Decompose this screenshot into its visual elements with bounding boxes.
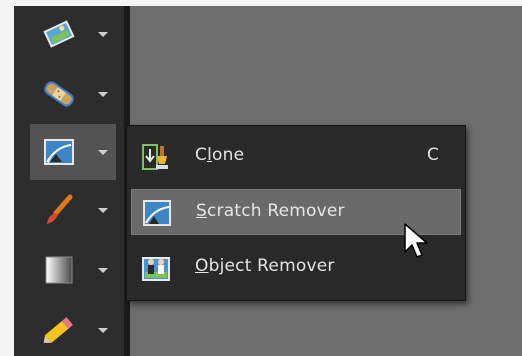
- pencil-eraser-icon: [43, 317, 73, 343]
- mouse-pointer-icon: [404, 223, 428, 258]
- menu-item-clone[interactable]: Clone C: [131, 134, 461, 180]
- tool-pencil-eraser[interactable]: [30, 302, 116, 356]
- image-adjust-icon: [43, 20, 75, 48]
- menu-item-shortcut: C: [427, 145, 439, 165]
- scratch-tools-flyout-menu: Clone C Scratch Remover Object Remover: [126, 125, 466, 301]
- tool-scratch-remover[interactable]: [30, 124, 116, 180]
- app-window: Clone C Scratch Remover Object Remover: [14, 6, 522, 356]
- tool-gradient[interactable]: [30, 242, 116, 298]
- chevron-down-icon[interactable]: [98, 268, 108, 273]
- chevron-down-icon[interactable]: [98, 150, 108, 155]
- chevron-down-icon[interactable]: [98, 32, 108, 37]
- menu-item-label: Scratch Remover: [196, 201, 345, 221]
- object-remover-icon: [142, 257, 170, 281]
- bandage-icon: [44, 81, 74, 107]
- tools-panel: [14, 6, 130, 356]
- scratch-remover-icon: [143, 200, 171, 226]
- chevron-down-icon[interactable]: [98, 208, 108, 213]
- chevron-down-icon[interactable]: [98, 328, 108, 333]
- gradient-icon: [45, 256, 73, 284]
- tool-bandage[interactable]: [30, 66, 116, 122]
- chevron-down-icon[interactable]: [98, 92, 108, 97]
- tool-image-adjust[interactable]: [30, 6, 116, 62]
- paintbrush-icon: [47, 194, 73, 224]
- scratch-remover-icon: [44, 139, 74, 165]
- menu-item-label: Clone: [195, 145, 245, 165]
- tool-paintbrush[interactable]: [30, 182, 116, 238]
- menu-item-label: Object Remover: [195, 256, 335, 276]
- clone-stamp-icon: [142, 144, 168, 170]
